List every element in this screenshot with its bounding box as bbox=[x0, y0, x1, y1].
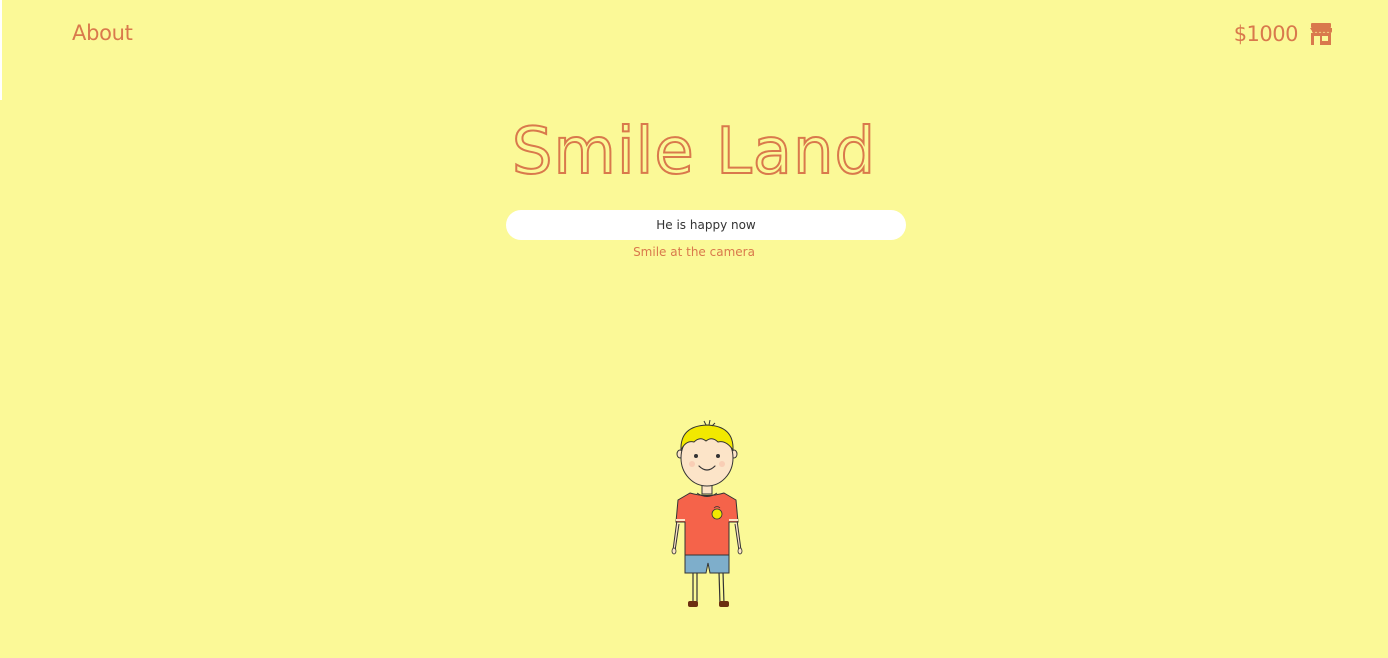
left-edge-strip bbox=[0, 0, 2, 100]
happy-boy-character bbox=[671, 420, 743, 607]
about-link[interactable]: About bbox=[72, 21, 133, 45]
status-field[interactable] bbox=[506, 210, 906, 240]
app-page: About $1000 Smile Land Smile at the came… bbox=[0, 0, 1388, 658]
balance-display: $1000 bbox=[1233, 22, 1299, 46]
camera-hint: Smile at the camera bbox=[633, 245, 755, 259]
shop-icon[interactable] bbox=[1308, 21, 1334, 47]
page-title: Smile Land bbox=[511, 114, 877, 190]
wallet-area: $1000 bbox=[1234, 21, 1334, 47]
